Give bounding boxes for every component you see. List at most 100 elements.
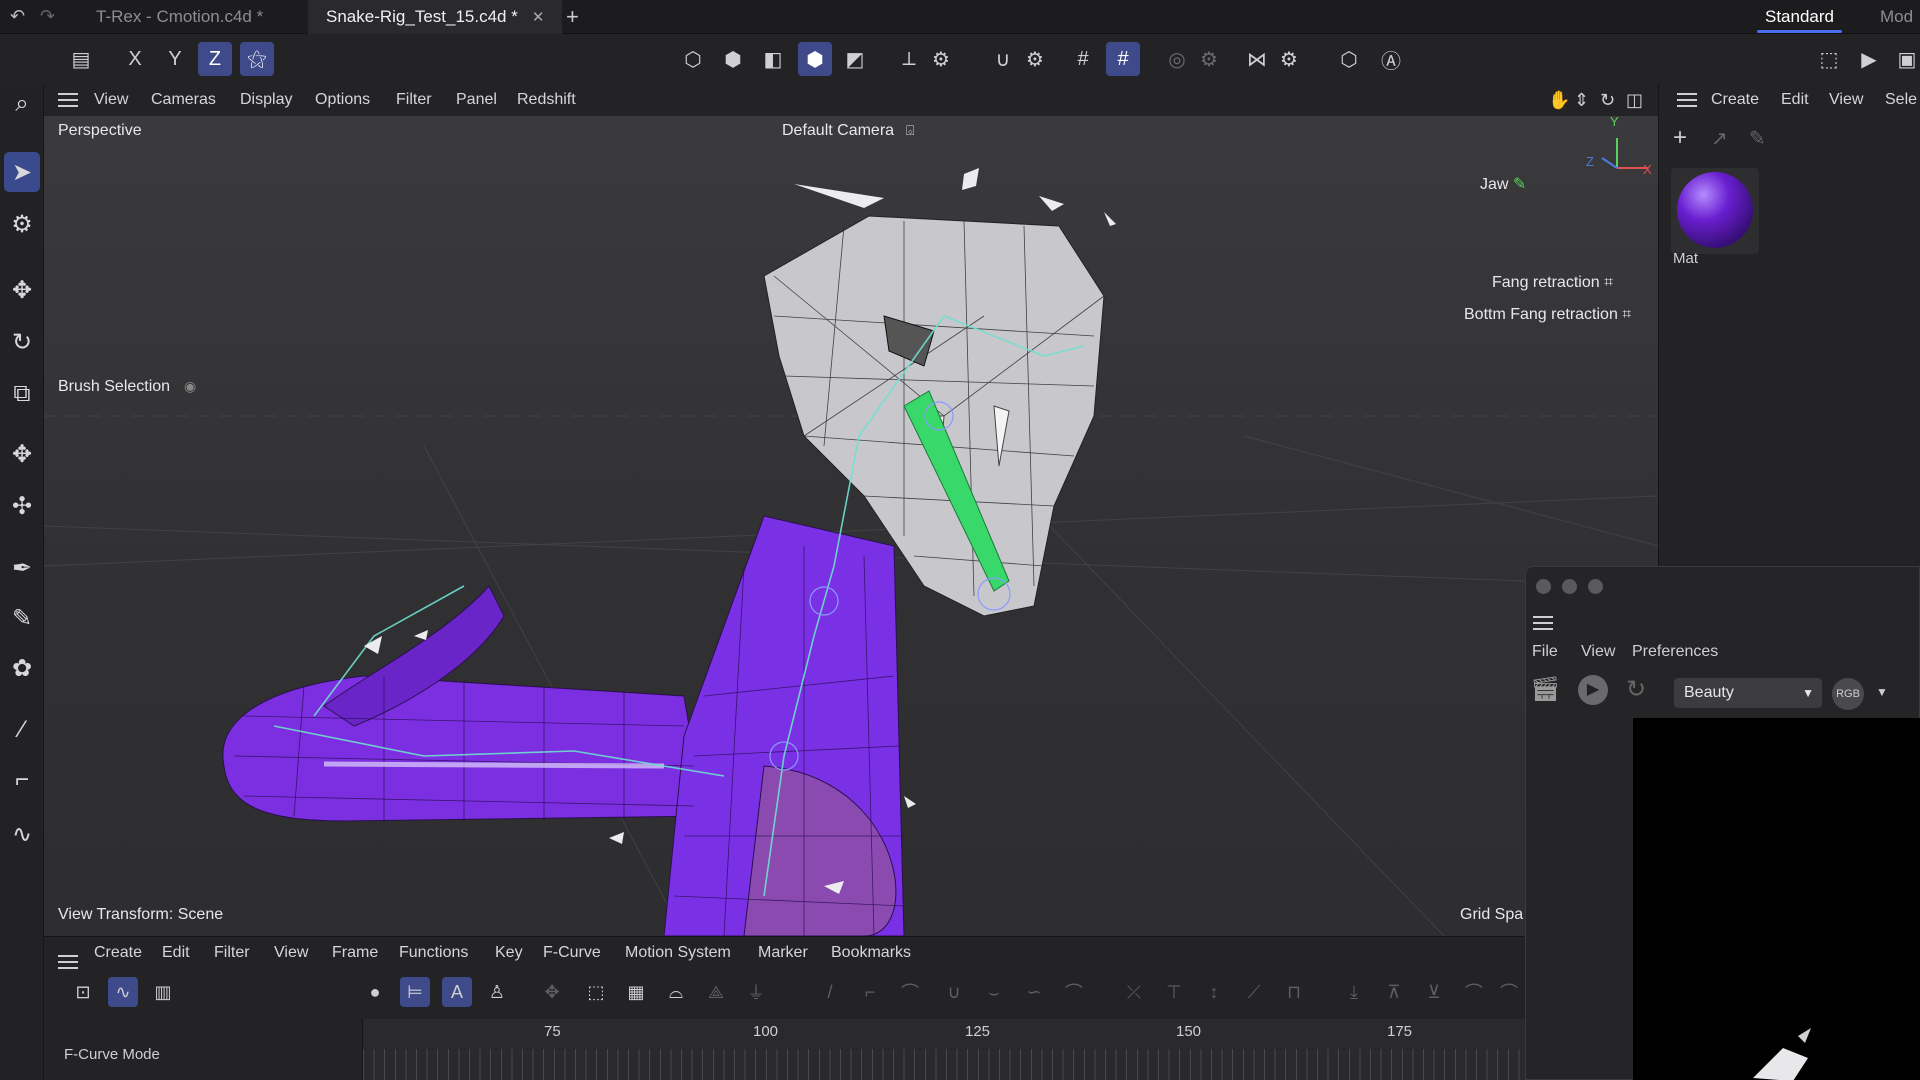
- menu-view[interactable]: View: [274, 937, 308, 969]
- auto-keyframe-icon[interactable]: Ⓐ: [1374, 42, 1408, 76]
- menu-create[interactable]: Create: [94, 937, 142, 969]
- camera-label[interactable]: Default Camera: [782, 122, 894, 140]
- menu-view[interactable]: View: [1829, 84, 1863, 116]
- break-tangent-icon[interactable]: ⤫: [1119, 977, 1149, 1007]
- live-selection-icon[interactable]: ➤: [4, 152, 40, 192]
- tangent-weight-icon[interactable]: ⟋: [1239, 977, 1269, 1007]
- edges-mode-icon[interactable]: ◧: [756, 42, 790, 76]
- control-fang-retraction[interactable]: Fang retraction ⌗: [1492, 274, 1613, 292]
- model-mode-icon[interactable]: ⬡: [676, 42, 710, 76]
- menu-preferences[interactable]: Preferences: [1632, 643, 1718, 661]
- menu-marker[interactable]: Marker: [758, 937, 808, 969]
- orbit-icon[interactable]: ↻: [1600, 90, 1615, 111]
- scale-icon[interactable]: ⧉: [4, 374, 40, 414]
- symmetry-gear-icon[interactable]: ⚙: [1272, 42, 1306, 76]
- menu-cameras[interactable]: Cameras: [151, 84, 216, 116]
- user-icon[interactable]: ♙: [482, 977, 512, 1007]
- refresh-icon[interactable]: ↻: [1626, 675, 1646, 704]
- menu-motion-system[interactable]: Motion System: [625, 937, 731, 969]
- grid-snap-icon[interactable]: #: [1066, 42, 1100, 76]
- object-mode-icon[interactable]: ▤: [64, 42, 98, 76]
- motion-mode-icon[interactable]: ▥: [148, 977, 178, 1007]
- transform-icon[interactable]: ✥: [4, 434, 40, 474]
- axis-x-button[interactable]: X: [118, 42, 152, 76]
- render-view-icon[interactable]: ▶: [1852, 42, 1886, 76]
- menu-file[interactable]: File: [1532, 643, 1558, 661]
- render-region-icon[interactable]: ⬚: [1812, 42, 1846, 76]
- tangent-align-icon[interactable]: ⊤: [1159, 977, 1189, 1007]
- ease-in-icon[interactable]: ⌒: [895, 977, 925, 1007]
- axis-y-button[interactable]: Y: [158, 42, 192, 76]
- key-cycle-icon[interactable]: ⊼: [1379, 977, 1409, 1007]
- move-key-icon[interactable]: ✥: [537, 977, 567, 1007]
- key-reduction-icon[interactable]: ⟁: [701, 977, 731, 1007]
- magnet-icon[interactable]: ∪: [986, 42, 1020, 76]
- projection-label[interactable]: Perspective: [58, 122, 142, 140]
- arrow-icon[interactable]: ↗: [1711, 126, 1728, 151]
- menu-edit[interactable]: Edit: [1781, 84, 1809, 116]
- axis-tool-icon[interactable]: ⟂: [892, 42, 926, 76]
- close-window-icon[interactable]: [1536, 579, 1551, 594]
- timeline-menu-icon[interactable]: [58, 955, 78, 969]
- minimize-window-icon[interactable]: [1562, 579, 1577, 594]
- render-canvas[interactable]: [1633, 718, 1920, 1080]
- menu-filter[interactable]: Filter: [396, 84, 432, 116]
- points-mode-icon[interactable]: ⬢: [716, 42, 750, 76]
- zero-angle-icon[interactable]: ⊓: [1279, 977, 1309, 1007]
- control-bottom-fang-retraction[interactable]: Bottm Fang retraction ⌗: [1464, 306, 1631, 324]
- material-swatch[interactable]: [1671, 168, 1759, 254]
- material-name[interactable]: Mat: [1673, 250, 1698, 267]
- render-pass-select[interactable]: Beauty ▼: [1674, 678, 1822, 708]
- spline-icon[interactable]: ∿: [4, 814, 40, 854]
- layout-standard[interactable]: Standard: [1751, 0, 1848, 34]
- symmetry-icon[interactable]: ⋈: [1240, 42, 1274, 76]
- key-ripple-icon[interactable]: ⌒: [1459, 977, 1489, 1007]
- menu-filter[interactable]: Filter: [214, 937, 250, 969]
- pan-icon[interactable]: ✋: [1548, 90, 1570, 111]
- viewport-menu-icon[interactable]: [58, 93, 78, 107]
- close-icon[interactable]: ✕: [532, 9, 545, 26]
- menu-bookmarks[interactable]: Bookmarks: [831, 937, 911, 969]
- sphere-icon[interactable]: ●: [360, 977, 390, 1007]
- redo-icon[interactable]: ↷: [40, 6, 55, 27]
- render-settings-icon[interactable]: ⬡: [1332, 42, 1366, 76]
- tangent-length-icon[interactable]: ↕: [1199, 977, 1229, 1007]
- knife-icon[interactable]: ⌐: [4, 760, 40, 800]
- calendar-icon[interactable]: ▦: [621, 977, 651, 1007]
- menu-fcurve[interactable]: F-Curve: [543, 937, 601, 969]
- sculpt-icon[interactable]: ✿: [4, 648, 40, 688]
- uv-mode-icon[interactable]: ◩: [838, 42, 872, 76]
- tweak-icon[interactable]: ✣: [4, 486, 40, 526]
- polygons-mode-icon[interactable]: ⬢: [798, 42, 832, 76]
- menu-options[interactable]: Options: [315, 84, 370, 116]
- search-icon[interactable]: ⌕: [4, 84, 40, 124]
- fcurve-mode-icon[interactable]: ∿: [108, 977, 138, 1007]
- key-snap-icon[interactable]: ⤓: [1339, 977, 1369, 1007]
- add-tab-icon[interactable]: +: [566, 4, 579, 30]
- control-jaw[interactable]: Jaw ✎: [1480, 174, 1526, 194]
- auto-text-icon[interactable]: A: [442, 977, 472, 1007]
- frame-all-icon[interactable]: ⬚: [581, 977, 611, 1007]
- menu-view[interactable]: View: [94, 84, 128, 116]
- rgb-button[interactable]: RGB: [1832, 678, 1864, 710]
- dopesheet-mode-icon[interactable]: ⊡: [68, 977, 98, 1007]
- spline-pen-icon[interactable]: ✎: [4, 598, 40, 638]
- key-more-icon[interactable]: ⌒: [1494, 977, 1524, 1007]
- axis-settings-gear-icon[interactable]: ⚙: [924, 42, 958, 76]
- panel-menu-icon[interactable]: [1677, 93, 1697, 107]
- timeline-ruler[interactable]: 75 100 125 150 175: [362, 1019, 1526, 1080]
- menu-functions[interactable]: Functions: [399, 937, 468, 969]
- play-icon[interactable]: ▶: [1578, 675, 1608, 705]
- pen-icon[interactable]: ✒: [4, 548, 40, 588]
- linear-icon[interactable]: /: [815, 977, 845, 1007]
- clapper-icon[interactable]: 🎬︎: [1530, 675, 1560, 704]
- ease-ease-icon[interactable]: ∽: [1019, 977, 1049, 1007]
- step-icon[interactable]: ⌐: [855, 977, 885, 1007]
- ripple-icon[interactable]: ⌓: [661, 977, 691, 1007]
- menu-key[interactable]: Key: [495, 937, 523, 969]
- tab-snake-rig[interactable]: Snake-Rig_Test_15.c4d * ✕: [308, 0, 563, 34]
- zoom-window-icon[interactable]: [1588, 579, 1603, 594]
- ease-out-icon[interactable]: ⌣: [979, 977, 1009, 1007]
- soft-selection-icon[interactable]: ◎: [1160, 42, 1194, 76]
- snap-settings-gear-icon[interactable]: ⚙: [1018, 42, 1052, 76]
